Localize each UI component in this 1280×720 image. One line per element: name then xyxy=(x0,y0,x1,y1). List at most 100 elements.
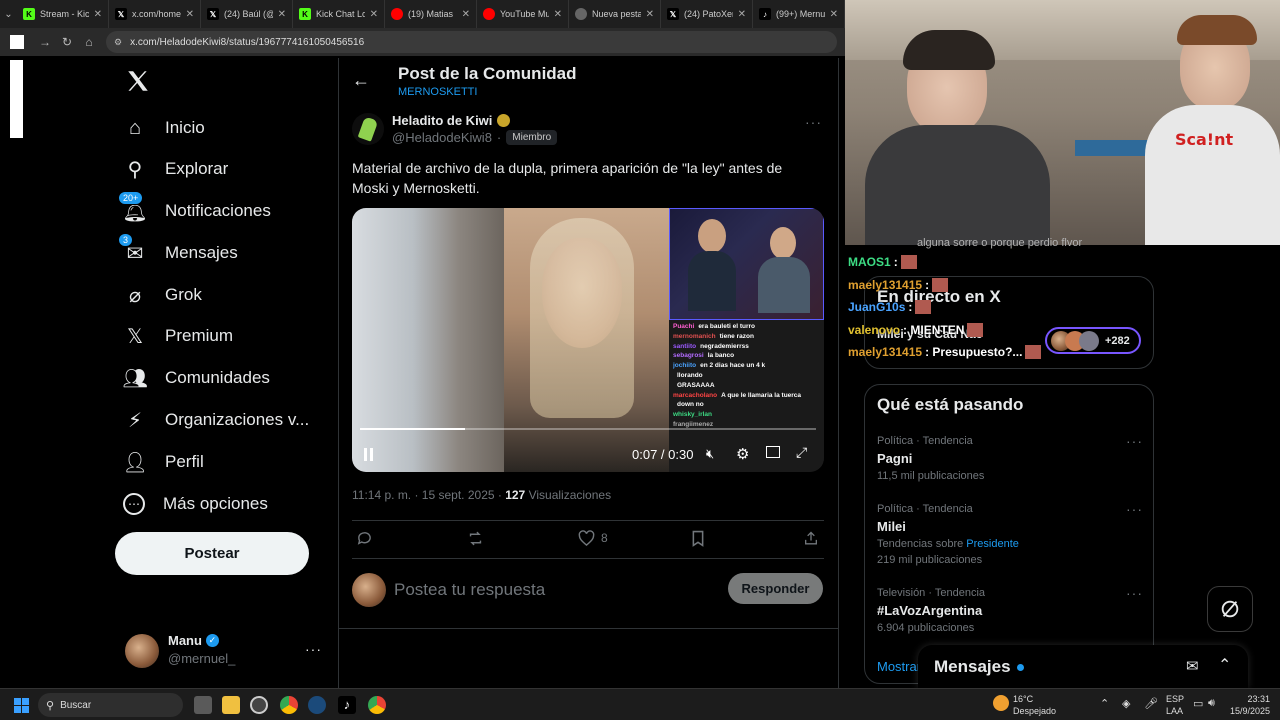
fullscreen-icon[interactable]: ⤢ xyxy=(796,444,807,461)
messages-drawer[interactable]: Mensajes ✉ ⌃ xyxy=(918,645,1248,688)
sidebar-item-notificaciones[interactable]: 🔔︎ 20+ Notificaciones xyxy=(118,191,271,231)
trend-more-icon[interactable]: ··· xyxy=(1126,585,1143,601)
browser-tab[interactable]: Nueva pesta ✕ xyxy=(569,0,661,28)
clock-date[interactable]: 15/9/2025 xyxy=(1220,706,1270,716)
author-name[interactable]: Heladito de Kiwi xyxy=(392,113,492,128)
sidebar-item-comunidades[interactable]: 👥︎ Comunidades xyxy=(122,358,270,398)
pause-icon[interactable] xyxy=(364,448,373,461)
network-icon[interactable]: ◈ xyxy=(1122,697,1130,710)
separator: · xyxy=(496,130,502,145)
video-player[interactable]: Puachi era bauleti el turro mernomanich tie… xyxy=(352,208,824,472)
share-icon[interactable] xyxy=(803,530,819,547)
tab-close-icon[interactable]: ✕ xyxy=(646,9,654,20)
volume-icon[interactable]: 🔊︎ xyxy=(1208,697,1215,710)
windows-start-icon[interactable] xyxy=(14,698,29,713)
show-more-link[interactable]: Mostrar xyxy=(877,659,921,674)
reload-icon[interactable]: ↻ xyxy=(56,35,78,49)
tab-close-icon[interactable]: ✕ xyxy=(94,9,102,20)
trend-context-link[interactable]: Presidente xyxy=(966,538,1019,550)
live-listeners[interactable]: +282 xyxy=(1045,327,1141,354)
post-more-icon[interactable]: ··· xyxy=(805,114,822,130)
reply-button[interactable]: Responder xyxy=(728,573,823,604)
trend-more-icon[interactable]: ··· xyxy=(1126,501,1143,517)
x-icon: 𝕏 xyxy=(126,325,144,348)
tab-close-icon[interactable]: ✕ xyxy=(830,9,838,20)
video-progress-track[interactable] xyxy=(360,428,816,430)
pip-icon[interactable] xyxy=(766,446,780,458)
stream-webcam: Sca!nt xyxy=(845,0,1280,245)
sidebar-item-organizaciones-v[interactable]: ⚡︎ Organizaciones v... xyxy=(123,400,309,440)
reply-input[interactable]: Postea tu respuesta xyxy=(394,580,545,600)
post-button[interactable]: Postear xyxy=(115,532,309,575)
bookmark-icon[interactable] xyxy=(691,530,705,547)
mute-icon[interactable]: 🔇︎ xyxy=(706,446,714,462)
tab-close-icon[interactable]: ✕ xyxy=(370,9,378,20)
taskbar-search[interactable]: ⚲ Buscar xyxy=(38,693,183,717)
trend-post-count: 6.904 publicaciones xyxy=(877,622,975,634)
display-icon[interactable]: ▭ xyxy=(1193,697,1203,710)
tab-close-icon[interactable]: ✕ xyxy=(738,9,746,20)
x-logo-icon[interactable] xyxy=(125,68,151,94)
grok-floating-button[interactable] xyxy=(1207,586,1253,632)
task-view-icon[interactable] xyxy=(194,696,212,714)
trend-post-count: 219 mil publicaciones xyxy=(877,554,983,566)
sidebar-toggle-icon[interactable] xyxy=(10,35,24,49)
tab-close-icon[interactable]: ✕ xyxy=(186,9,194,20)
tab-close-icon[interactable]: ✕ xyxy=(462,9,470,20)
post-timestamp[interactable]: 11:14 p. m. · 15 sept. 2025 · xyxy=(352,488,505,502)
author-handle[interactable]: @HeladodeKiwi8 xyxy=(392,130,492,145)
sidebar-item-explorar[interactable]: ⚲ Explorar xyxy=(123,149,229,189)
chrome-alt-icon[interactable] xyxy=(368,696,386,714)
browser-tab[interactable]: (19) Matias ✕ xyxy=(385,0,477,28)
browser-tab[interactable]: ♪ (99+) Mernu ✕ xyxy=(753,0,845,28)
chrome-icon[interactable] xyxy=(280,696,298,714)
stream-chat-line: MAOS1: xyxy=(848,251,1041,274)
trend-item[interactable]: Política · Tendencia Pagni 11,5 mil public… xyxy=(877,433,1143,482)
mic-icon[interactable]: 🎤︎ xyxy=(1144,697,1158,710)
browser-tab[interactable]: 𝕏 (24) PatoXer ✕ xyxy=(661,0,753,28)
browser-tab[interactable]: 𝕏 (24) Baúl (@ ✕ xyxy=(201,0,293,28)
trend-item[interactable]: Televisión · Tendencia #LaVozArgentina 6.9… xyxy=(877,585,1143,634)
lang-bottom[interactable]: LAA xyxy=(1166,706,1183,716)
tray-chevron-icon[interactable]: ⌃ xyxy=(1100,697,1109,710)
tiktok-icon[interactable]: ♪ xyxy=(338,696,356,714)
forward-icon[interactable]: → xyxy=(34,35,56,49)
clock-time[interactable]: 23:31 xyxy=(1230,694,1270,704)
sidebar-item-premium[interactable]: 𝕏 Premium xyxy=(123,316,233,356)
lang-top[interactable]: ESP xyxy=(1166,694,1184,704)
account-switcher[interactable]: Manu ✓ @mernuel_ ··· xyxy=(125,633,335,673)
sidebar-item-mensajes[interactable]: ✉ 3 Mensajes xyxy=(118,233,238,273)
browser-tab[interactable]: YouTube Mu ✕ xyxy=(477,0,569,28)
author-avatar[interactable] xyxy=(352,113,384,145)
community-link[interactable]: MERNOSKETTI xyxy=(398,86,477,98)
sidebar-item-perfil[interactable]: 👤︎ Perfil xyxy=(122,442,203,482)
chat-message: : xyxy=(925,277,930,292)
tab-close-icon[interactable]: ✕ xyxy=(278,9,286,20)
site-info-icon[interactable]: ⚙ xyxy=(114,37,122,48)
trend-more-icon[interactable]: ··· xyxy=(1126,433,1143,449)
tab-close-icon[interactable]: ✕ xyxy=(554,9,562,20)
address-bar[interactable]: ⚙ x.com/HeladodeKiwi8/status/19677741610… xyxy=(106,31,837,53)
settings-icon[interactable]: ⚙ xyxy=(736,445,749,463)
new-message-icon[interactable]: ✉ xyxy=(1186,657,1199,675)
repost-icon[interactable] xyxy=(466,530,485,547)
sidebar-item-más-opciones[interactable]: ⋯ Más opciones xyxy=(123,484,268,524)
reply-icon[interactable] xyxy=(356,530,373,547)
browser-tab[interactable]: K Stream - Kic ✕ xyxy=(17,0,109,28)
obs-icon[interactable] xyxy=(250,696,268,714)
expand-up-icon[interactable]: ⌃ xyxy=(1218,655,1231,675)
video-left-blur xyxy=(352,208,504,472)
back-arrow-icon[interactable]: ← xyxy=(352,70,370,91)
sidebar-item-inicio[interactable]: ⌂ Inicio xyxy=(123,108,205,148)
tab-search-chevron-icon[interactable]: ⌄ xyxy=(0,0,17,28)
home-icon[interactable]: ⌂ xyxy=(78,35,100,49)
browser-tab[interactable]: K Kick Chat Lo ✕ xyxy=(293,0,385,28)
file-explorer-icon[interactable] xyxy=(222,696,240,714)
chat-message: : Presupuesto?... xyxy=(925,345,1023,359)
like-button[interactable]: 8 xyxy=(578,530,608,546)
browser-tab[interactable]: 𝕏x.com/home ✕ xyxy=(109,0,201,28)
sidebar-item-grok[interactable]: ⌀ Grok xyxy=(123,275,202,315)
trend-item[interactable]: Política · Tendencia Milei Tendencias sobr… xyxy=(877,501,1143,566)
steam-icon[interactable] xyxy=(308,696,326,714)
more-icon[interactable]: ··· xyxy=(305,641,322,657)
